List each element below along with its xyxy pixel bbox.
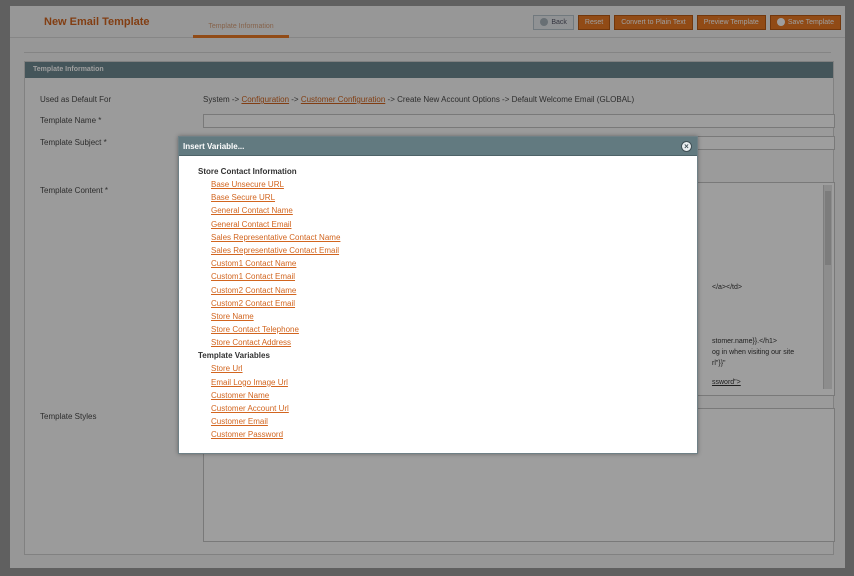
variable-link[interactable]: Base Unsecure URL xyxy=(211,178,697,191)
variable-link[interactable]: Custom1 Contact Email xyxy=(211,270,697,283)
insert-variable-dialog: Insert Variable... × Store Contact Infor… xyxy=(178,136,698,454)
variable-link[interactable]: Customer Password xyxy=(211,428,697,441)
variable-list: Store Contact Information Base Unsecure U… xyxy=(179,156,697,442)
variable-link[interactable]: Sales Representative Contact Name xyxy=(211,231,697,244)
variable-link[interactable]: General Contact Email xyxy=(211,218,697,231)
variable-link[interactable]: Base Secure URL xyxy=(211,191,697,204)
variable-group-title: Store Contact Information xyxy=(198,167,297,176)
variable-link[interactable]: Store Contact Address xyxy=(211,336,697,349)
variable-link[interactable]: Store Url xyxy=(211,362,697,375)
variable-link[interactable]: Custom2 Contact Name xyxy=(211,284,697,297)
variable-group-title: Template Variables xyxy=(198,351,270,361)
variable-link[interactable]: Sales Representative Contact Email xyxy=(211,244,697,257)
variable-link[interactable]: Email Logo Image Url xyxy=(211,376,697,389)
variable-link[interactable]: Customer Email xyxy=(211,415,697,428)
variable-link[interactable]: Custom2 Contact Email xyxy=(211,297,697,310)
close-icon[interactable]: × xyxy=(681,141,692,152)
variable-link[interactable]: General Contact Name xyxy=(211,204,697,217)
variable-link[interactable]: Custom1 Contact Name xyxy=(211,257,697,270)
dialog-title: Insert Variable... xyxy=(179,137,697,156)
variable-link[interactable]: Customer Name xyxy=(211,389,697,402)
variable-link[interactable]: Store Name xyxy=(211,310,697,323)
variable-link[interactable]: Store Contact Telephone xyxy=(211,323,697,336)
variable-link[interactable]: Customer Account Url xyxy=(211,402,697,415)
